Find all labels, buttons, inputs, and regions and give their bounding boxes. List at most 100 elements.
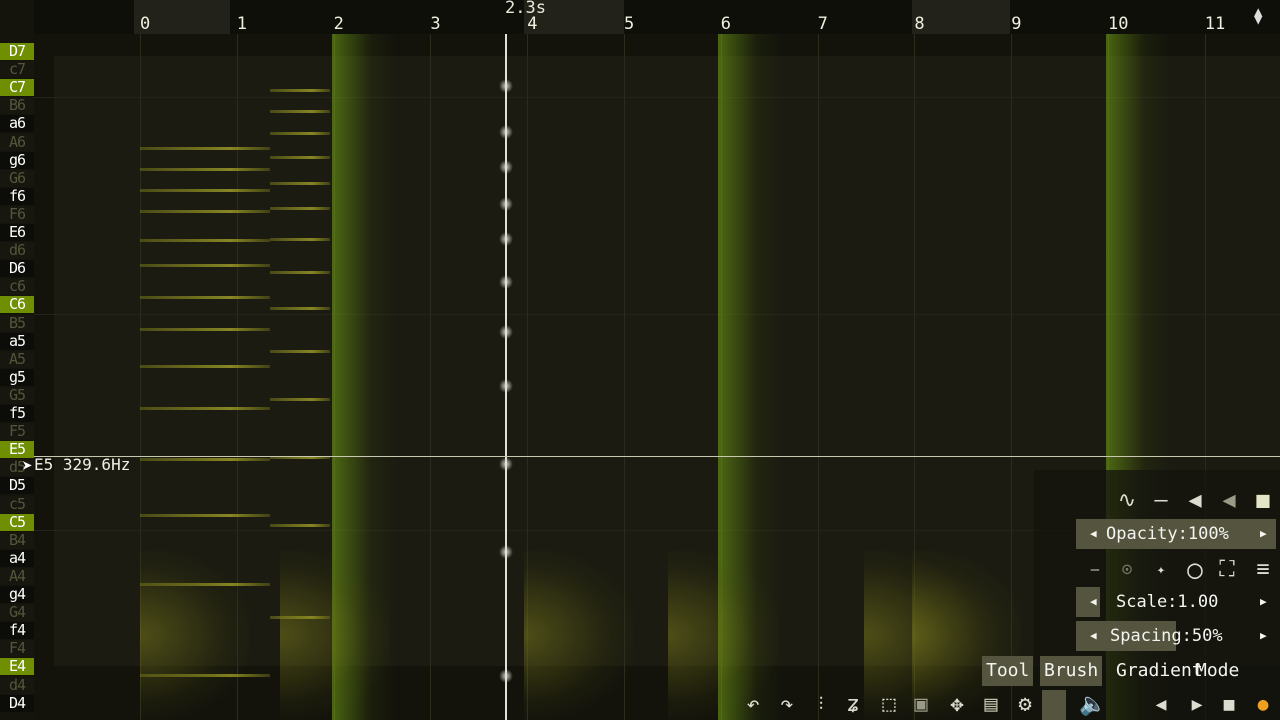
increase-icon[interactable]: ▶ [1260, 519, 1267, 549]
decrease-icon[interactable]: ◀ [1090, 519, 1097, 549]
piano-key[interactable]: B5 [0, 314, 34, 332]
piano-key[interactable]: c7 [0, 61, 34, 79]
soft-dot-icon[interactable]: ⊙ [1112, 555, 1142, 585]
redo-icon[interactable]: ↷ [772, 690, 802, 720]
spacing-label: Spacing:50% [1110, 626, 1223, 646]
harmonic-streak [140, 168, 270, 171]
harmonic-streak [270, 132, 330, 135]
play-icon[interactable]: ▶ [1182, 690, 1212, 720]
curve-tool-icon[interactable]: ʑ [838, 690, 868, 720]
piano-key[interactable]: c5 [0, 495, 34, 513]
move-icon[interactable]: ✥ [942, 690, 972, 720]
save-icon[interactable]: ▤ [976, 690, 1006, 720]
piano-key[interactable]: f4 [0, 622, 34, 640]
triangle-left-icon[interactable]: ◀ [1180, 486, 1210, 516]
line-brush-icon[interactable]: — [1080, 555, 1110, 585]
piano-key[interactable]: B6 [0, 97, 34, 115]
piano-key[interactable]: G5 [0, 386, 34, 404]
menu-icon[interactable]: ≡ [1248, 555, 1278, 585]
piano-key[interactable]: E4 [0, 658, 34, 676]
piano-key[interactable]: C6 [0, 296, 34, 314]
piano-key[interactable]: A5 [0, 350, 34, 368]
select-rect-icon[interactable]: ⬚ [874, 690, 904, 720]
piano-key[interactable]: A6 [0, 133, 34, 151]
square-icon[interactable]: ■ [1248, 486, 1278, 516]
harmonic-streak [270, 271, 330, 274]
volume-slider[interactable] [1042, 690, 1066, 720]
undo-icon[interactable]: ↶ [738, 690, 768, 720]
increase-icon[interactable]: ▶ [1260, 587, 1267, 617]
piano-key[interactable]: C7 [0, 79, 34, 97]
harmonic-streak [140, 189, 270, 192]
decrease-icon[interactable]: ◀ [1090, 621, 1097, 651]
menu-toggle-icon[interactable]: ▲ ▼ [1254, 5, 1262, 27]
piano-key[interactable]: f6 [0, 187, 34, 205]
sine-wave-icon[interactable]: ∿ [1112, 486, 1142, 516]
scale-label: Scale:1.00 [1116, 592, 1219, 612]
circle-brush-icon[interactable]: ○ [1180, 555, 1210, 585]
piano-key[interactable]: E6 [0, 224, 34, 241]
tab-brush[interactable]: Brush [1040, 656, 1103, 686]
piano-key[interactable]: c6 [0, 278, 34, 296]
decrease-icon[interactable]: ◀ [1090, 587, 1097, 617]
record-icon[interactable]: ● [1248, 690, 1278, 720]
piano-key[interactable]: a6 [0, 115, 34, 133]
flat-line-icon[interactable]: — [1146, 486, 1176, 516]
piano-key[interactable]: a4 [0, 549, 34, 567]
harmonic-streak [140, 296, 270, 299]
piano-key[interactable]: a5 [0, 332, 34, 350]
ramp-icon[interactable]: ◀ [1214, 486, 1244, 516]
grid-line [430, 34, 432, 720]
piano-key[interactable]: g4 [0, 586, 34, 603]
piano-key[interactable]: B4 [0, 531, 34, 549]
piano-key[interactable]: d6 [0, 242, 34, 260]
cursor-crosshair [34, 456, 1280, 457]
piano-key[interactable]: F5 [0, 423, 34, 441]
prev-icon[interactable]: ◀ [1146, 690, 1176, 720]
piano-key[interactable]: D6 [0, 260, 34, 278]
harmonic-streak [270, 89, 330, 92]
tab-tool[interactable]: Tool [982, 656, 1034, 686]
grid-line [817, 34, 819, 720]
bracket-brush-icon[interactable]: ⛶ [1212, 555, 1242, 585]
increase-icon[interactable]: ▶ [1260, 621, 1267, 651]
piano-key[interactable]: D5 [0, 477, 34, 495]
piano-key[interactable]: C5 [0, 513, 34, 531]
time-ruler[interactable] [34, 0, 1280, 34]
piano-key[interactable]: G4 [0, 604, 34, 622]
playhead-line[interactable] [505, 34, 507, 720]
harmonic-streak [270, 110, 330, 113]
opacity-control[interactable]: ◀ Opacity:100% ▶ [1076, 519, 1276, 549]
piano-key[interactable]: A4 [0, 567, 34, 585]
piano-key[interactable]: g6 [0, 151, 34, 169]
harmonic-streak [270, 350, 330, 353]
ruler-tick-label: 11 [1204, 14, 1226, 34]
ruler-tick-label: 3 [430, 14, 441, 34]
mixer-icon[interactable]: ⫶ [806, 690, 836, 720]
tab-mode[interactable]: Mode [1192, 656, 1243, 686]
scale-control[interactable]: ◀ Scale:1.00 ▶ [1076, 587, 1276, 617]
ruler-tick-label: 10 [1108, 14, 1129, 34]
piano-key[interactable]: f5 [0, 405, 34, 422]
piano-keyboard[interactable]: D7 c7 C7 B6 a6 A6 g6 G6 f6 F6 E6 d6 D6 c6 C6 B5 a5 A5 g5 G5… [0, 0, 34, 720]
piano-key[interactable]: F4 [0, 640, 34, 658]
spacing-control[interactable]: ◀ Spacing:50% ▶ [1076, 621, 1276, 651]
ruler-tick-label: 0 [140, 14, 151, 34]
piano-key[interactable]: g5 [0, 368, 34, 386]
stop-icon[interactable]: ■ [1214, 690, 1244, 720]
harmonic-streak [140, 210, 270, 213]
note-swell [140, 550, 250, 720]
volume-icon[interactable]: 🔈 [1078, 690, 1108, 720]
star-brush-icon[interactable]: ✦ [1146, 555, 1176, 585]
piano-key[interactable]: G6 [0, 169, 34, 187]
harmonic-streak [270, 307, 330, 310]
note-swell [524, 550, 634, 720]
ruler-tick-label: 5 [624, 14, 635, 34]
piano-key[interactable]: F6 [0, 205, 34, 223]
ruler-tick-label: 8 [914, 14, 925, 34]
piano-key[interactable]: d4 [0, 676, 34, 694]
select-fill-icon[interactable]: ▣ [906, 690, 936, 720]
settings-icon[interactable]: ⚙ [1010, 690, 1040, 720]
piano-key[interactable]: D4 [0, 694, 34, 712]
piano-key[interactable]: D7 [0, 43, 34, 60]
